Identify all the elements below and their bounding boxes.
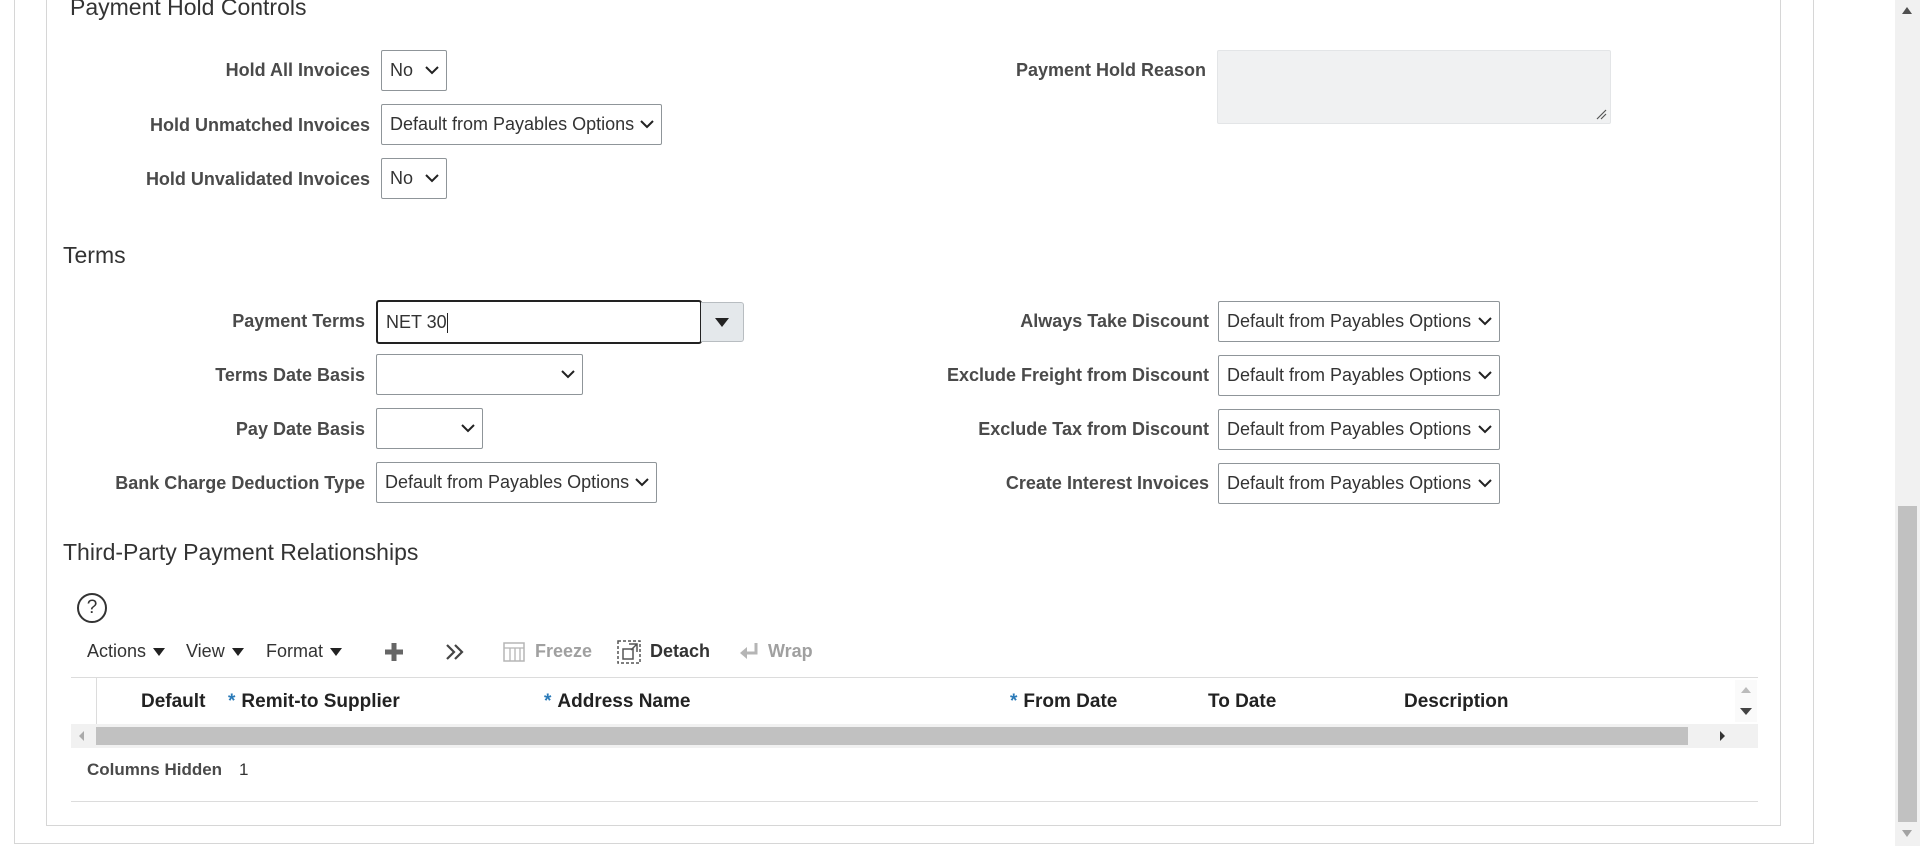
scroll-right-icon[interactable]: [1715, 728, 1729, 744]
caret-down-icon: [153, 648, 166, 657]
actions-menu[interactable]: Actions: [87, 640, 166, 662]
column-header-to-date[interactable]: To Date: [1208, 691, 1276, 713]
actions-menu-label: Actions: [87, 641, 147, 661]
bank-charge-deduction-type-select[interactable]: Default from Payables Options: [376, 462, 657, 503]
payment-terms-dropdown-button[interactable]: [701, 302, 744, 342]
hold-unmatched-invoices-label: Hold Unmatched Invoices: [149, 115, 370, 135]
view-menu[interactable]: View: [186, 640, 244, 662]
address-name-label: Address Name: [557, 691, 691, 712]
chevron-down-icon: [1478, 425, 1492, 434]
text-cursor: [446, 313, 448, 334]
payment-hold-reason-label: Payment Hold Reason: [1015, 60, 1206, 80]
from-date-label: From Date: [1023, 691, 1118, 712]
format-menu[interactable]: Format: [266, 640, 343, 662]
payment-hold-reason-textarea[interactable]: [1217, 50, 1611, 124]
chevron-down-icon: [561, 370, 575, 379]
required-marker: *: [228, 691, 236, 712]
column-header-address-name[interactable]: * Address Name: [544, 691, 690, 713]
hold-all-invoices-label: Hold All Invoices: [225, 60, 370, 80]
exclude-tax-from-discount-label: Exclude Tax from Discount: [978, 419, 1209, 439]
payment-terms-label: Payment Terms: [232, 311, 365, 331]
remit-to-supplier-label: Remit-to Supplier: [241, 691, 400, 712]
freeze-icon[interactable]: [503, 641, 525, 663]
exclude-tax-from-discount-select[interactable]: Default from Payables Options: [1218, 409, 1500, 450]
caret-down-icon: [330, 648, 343, 657]
footer-divider: [71, 801, 1758, 802]
terms-date-basis-label: Terms Date Basis: [215, 365, 365, 385]
chevron-down-icon: [1478, 317, 1492, 326]
detach-button[interactable]: Detach: [650, 640, 710, 662]
terms-section-title: Terms: [63, 242, 126, 268]
bank-charge-deduction-type-label: Bank Charge Deduction Type: [115, 473, 365, 493]
create-interest-invoices-label: Create Interest Invoices: [1005, 473, 1209, 493]
required-marker: *: [1010, 691, 1018, 712]
wrap-icon[interactable]: [738, 641, 760, 663]
hold-all-invoices-select[interactable]: No: [381, 50, 447, 91]
third-party-section-title: Third-Party Payment Relationships: [63, 539, 419, 565]
exclude-tax-from-discount-value: Default from Payables Options: [1227, 419, 1472, 439]
payment-terms-value: NET 30: [386, 312, 447, 332]
payment-hold-section-title: Payment Hold Controls: [70, 0, 307, 20]
overflow-chevrons-icon[interactable]: [444, 642, 466, 662]
exclude-freight-from-discount-select[interactable]: Default from Payables Options: [1218, 355, 1500, 396]
chevron-down-icon: [1478, 371, 1492, 380]
terms-date-basis-select[interactable]: [376, 354, 583, 395]
header-separator: [96, 678, 97, 725]
chevron-down-icon: [425, 66, 439, 75]
create-interest-invoices-value: Default from Payables Options: [1227, 473, 1472, 493]
horizontal-scroll-thumb[interactable]: [96, 727, 1688, 745]
chevron-down-icon: [425, 174, 439, 183]
freeze-button[interactable]: Freeze: [535, 640, 592, 662]
view-menu-label: View: [186, 641, 225, 661]
create-interest-invoices-select[interactable]: Default from Payables Options: [1218, 463, 1500, 504]
hold-unvalidated-invoices-label: Hold Unvalidated Invoices: [145, 169, 370, 189]
format-menu-label: Format: [266, 641, 324, 661]
hold-all-invoices-value: No: [390, 60, 414, 80]
scroll-down-icon[interactable]: [1900, 828, 1914, 840]
wrap-button[interactable]: Wrap: [768, 640, 813, 662]
always-take-discount-value: Default from Payables Options: [1227, 311, 1472, 331]
page-vertical-scrollbar[interactable]: [1895, 0, 1920, 846]
columns-hidden-label: Columns Hidden: [87, 760, 223, 779]
always-take-discount-label: Always Take Discount: [1020, 311, 1209, 331]
page-scroll-thumb[interactable]: [1898, 506, 1917, 822]
chevron-down-icon: [635, 478, 649, 487]
chevron-down-icon: [461, 424, 475, 433]
chevron-down-icon: [640, 120, 654, 129]
add-row-icon[interactable]: [383, 641, 405, 663]
required-marker: *: [544, 691, 552, 712]
always-take-discount-select[interactable]: Default from Payables Options: [1218, 301, 1500, 342]
column-header-default[interactable]: Default: [141, 691, 205, 713]
scroll-left-icon[interactable]: [75, 728, 89, 744]
table-vertical-scroll[interactable]: [1735, 680, 1757, 722]
exclude-freight-from-discount-value: Default from Payables Options: [1227, 365, 1472, 385]
column-header-remit-to-supplier[interactable]: * Remit-to Supplier: [228, 691, 400, 713]
column-header-from-date[interactable]: * From Date: [1010, 691, 1117, 713]
scroll-up-icon[interactable]: [1900, 4, 1914, 16]
hold-unmatched-invoices-value: Default from Payables Options: [390, 114, 635, 134]
chevron-down-icon: [1478, 479, 1492, 488]
columns-hidden-count[interactable]: 1: [239, 760, 248, 780]
detach-icon[interactable]: [617, 640, 641, 664]
hold-unmatched-invoices-select[interactable]: Default from Payables Options: [381, 104, 662, 145]
resize-grip-icon[interactable]: [1595, 108, 1607, 120]
exclude-freight-from-discount-label: Exclude Freight from Discount: [946, 365, 1209, 385]
help-icon[interactable]: ?: [77, 593, 107, 623]
pay-date-basis-select[interactable]: [376, 408, 483, 449]
pay-date-basis-label: Pay Date Basis: [235, 419, 365, 439]
caret-down-icon: [715, 318, 729, 327]
column-header-description[interactable]: Description: [1404, 691, 1509, 713]
payment-terms-input[interactable]: NET 30: [376, 300, 702, 344]
hold-unvalidated-invoices-select[interactable]: No: [381, 158, 447, 199]
table-horizontal-scrollbar[interactable]: [71, 724, 1758, 748]
caret-down-icon: [231, 648, 244, 657]
scroll-arrows-icon: [1740, 687, 1752, 715]
table-header-row: Default * Remit-to Supplier * Address Name…: [71, 677, 1758, 726]
hold-unvalidated-invoices-value: No: [390, 168, 414, 188]
bank-charge-deduction-type-value: Default from Payables Options: [385, 472, 630, 492]
